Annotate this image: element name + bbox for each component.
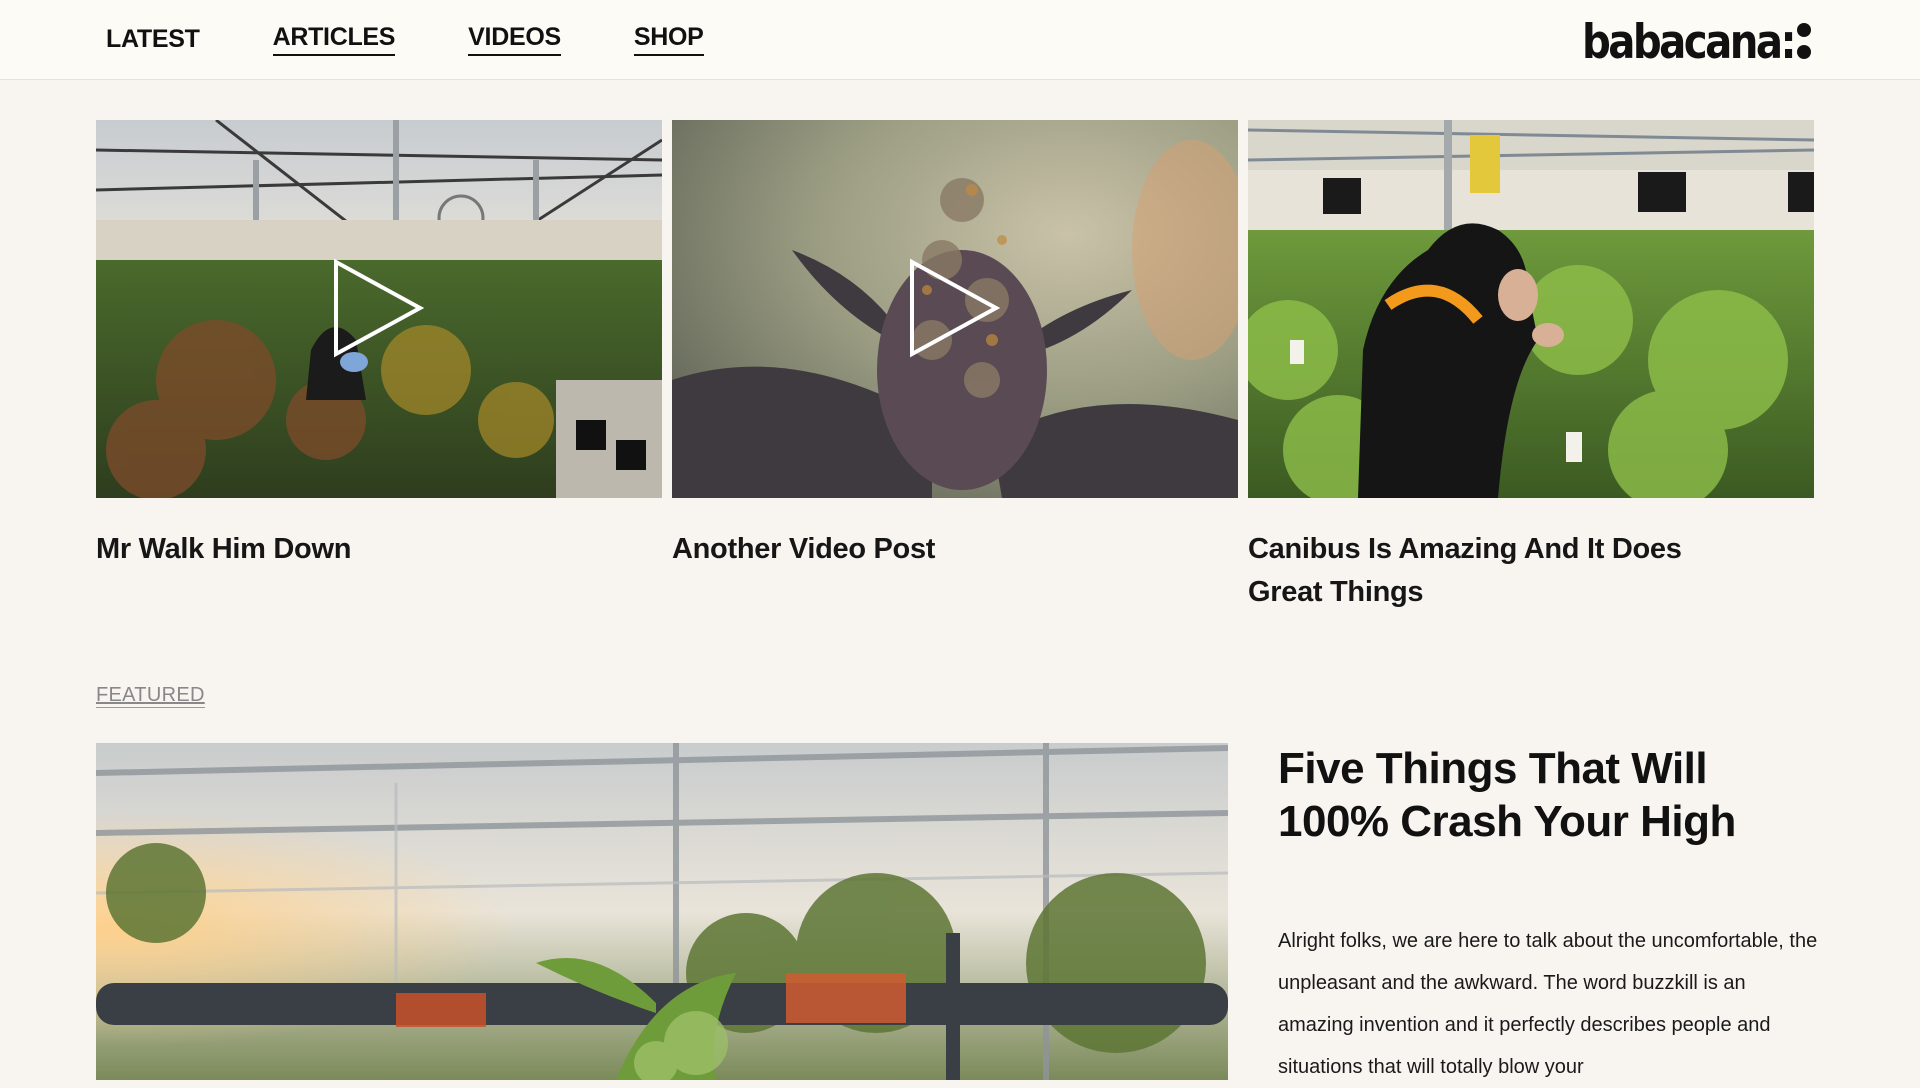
- video-card[interactable]: Another Video Post: [672, 120, 1238, 571]
- featured-excerpt: Alright folks, we are here to talk about…: [1278, 930, 1818, 1078]
- card-title[interactable]: Canibus Is Amazing And It Does Great Thi…: [1248, 528, 1748, 614]
- video-thumbnail[interactable]: [672, 120, 1238, 498]
- nav-shop[interactable]: SHOP: [633, 22, 704, 56]
- thumbnail-image: [1248, 120, 1814, 498]
- brand-logo[interactable]: babacana:: [1582, 12, 1814, 70]
- card-title[interactable]: Mr Walk Him Down: [96, 528, 596, 571]
- play-icon[interactable]: [908, 258, 1000, 358]
- video-card[interactable]: Canibus Is Amazing And It Does Great Thi…: [1248, 120, 1814, 614]
- featured-label[interactable]: FEATURED: [96, 683, 205, 708]
- brand-logo-image: babacana:: [1582, 15, 1811, 70]
- featured-image[interactable]: [96, 743, 1228, 1080]
- card-title[interactable]: Another Video Post: [672, 528, 1172, 571]
- video-card[interactable]: Mr Walk Him Down: [96, 120, 662, 571]
- nav-latest[interactable]: LATEST: [106, 22, 200, 56]
- video-thumbnail[interactable]: [96, 120, 662, 498]
- play-icon[interactable]: [332, 258, 424, 358]
- main-nav: LATEST ARTICLES VIDEOS SHOP: [106, 22, 777, 56]
- featured-title[interactable]: Five Things That Will 100% Crash Your Hi…: [1278, 742, 1798, 848]
- nav-videos[interactable]: VIDEOS: [468, 22, 561, 56]
- video-cards: Mr Walk Him Down Another Video Post Cani…: [96, 120, 1814, 620]
- site-header: LATEST ARTICLES VIDEOS SHOP babacana:: [0, 0, 1920, 80]
- nav-articles[interactable]: ARTICLES: [272, 22, 395, 56]
- featured-photo: [96, 743, 1228, 1080]
- svg-text:babacana:: babacana:: [1582, 15, 1794, 66]
- video-thumbnail[interactable]: [1248, 120, 1814, 498]
